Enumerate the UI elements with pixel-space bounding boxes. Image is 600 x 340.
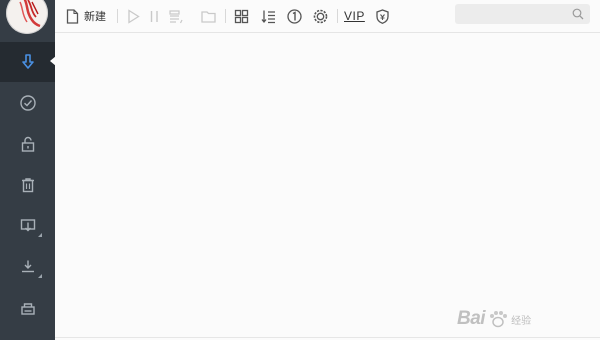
sidebar-item-private[interactable]: [0, 124, 55, 164]
open-folder-button[interactable]: [200, 6, 217, 26]
sidebar: [0, 0, 56, 340]
folder-icon: [201, 10, 216, 23]
sidebar-item-desktop-download[interactable]: [0, 206, 55, 246]
watermark-brand: Bai: [457, 308, 486, 329]
trash-icon: [21, 178, 34, 193]
toolbar: 新建 VIP: [55, 0, 600, 33]
expand-corner-icon: [38, 274, 42, 278]
printer-icon: [20, 303, 35, 315]
logo-icon: [19, 0, 41, 28]
sort-button[interactable]: [260, 6, 277, 26]
vip-button[interactable]: VIP: [344, 6, 365, 26]
search-input[interactable]: [455, 4, 590, 24]
toolbar-divider: [225, 9, 226, 23]
toolbar-divider: [117, 9, 118, 23]
paw-icon: [490, 311, 508, 328]
pause-button[interactable]: [146, 6, 163, 26]
speed-limit-button[interactable]: [286, 6, 303, 26]
new-file-icon: [66, 8, 79, 24]
download-icon: [21, 54, 34, 69]
download-list-area: [55, 33, 600, 340]
grid-icon: [234, 9, 249, 23]
expand-corner-icon: [38, 233, 42, 237]
sidebar-item-completed[interactable]: [0, 83, 55, 123]
shield-icon: [376, 8, 389, 24]
play-icon: [128, 8, 140, 24]
sidebar-item-printer[interactable]: [0, 290, 55, 330]
status-divider: [55, 337, 600, 338]
search-icon[interactable]: [572, 8, 584, 20]
new-task-button[interactable]: 新建: [64, 6, 106, 26]
toolbar-divider: [337, 9, 338, 23]
share-button[interactable]: [167, 6, 184, 26]
check-circle-icon: [19, 95, 36, 111]
sidebar-item-trash[interactable]: [0, 165, 55, 205]
app-logo[interactable]: [6, 0, 48, 34]
download-tray-icon: [21, 260, 34, 273]
gear-icon: [313, 9, 328, 23]
security-button[interactable]: [374, 6, 391, 26]
grid-share-icon: [169, 9, 183, 23]
new-task-label: 新建: [84, 11, 106, 23]
watermark: Bai 经验: [457, 308, 531, 330]
vip-label: VIP: [344, 9, 365, 23]
pause-icon: [150, 10, 158, 22]
watermark-text: 经验: [511, 315, 532, 327]
limit-circle-icon: [287, 8, 302, 24]
sidebar-item-download-tray[interactable]: [0, 247, 55, 287]
sort-icon: [261, 10, 275, 23]
settings-button[interactable]: [312, 6, 329, 26]
lock-icon: [21, 136, 34, 152]
start-button[interactable]: [125, 6, 142, 26]
monitor-download-icon: [20, 219, 35, 232]
sidebar-item-download[interactable]: [0, 42, 56, 82]
view-grid-button[interactable]: [233, 6, 250, 26]
